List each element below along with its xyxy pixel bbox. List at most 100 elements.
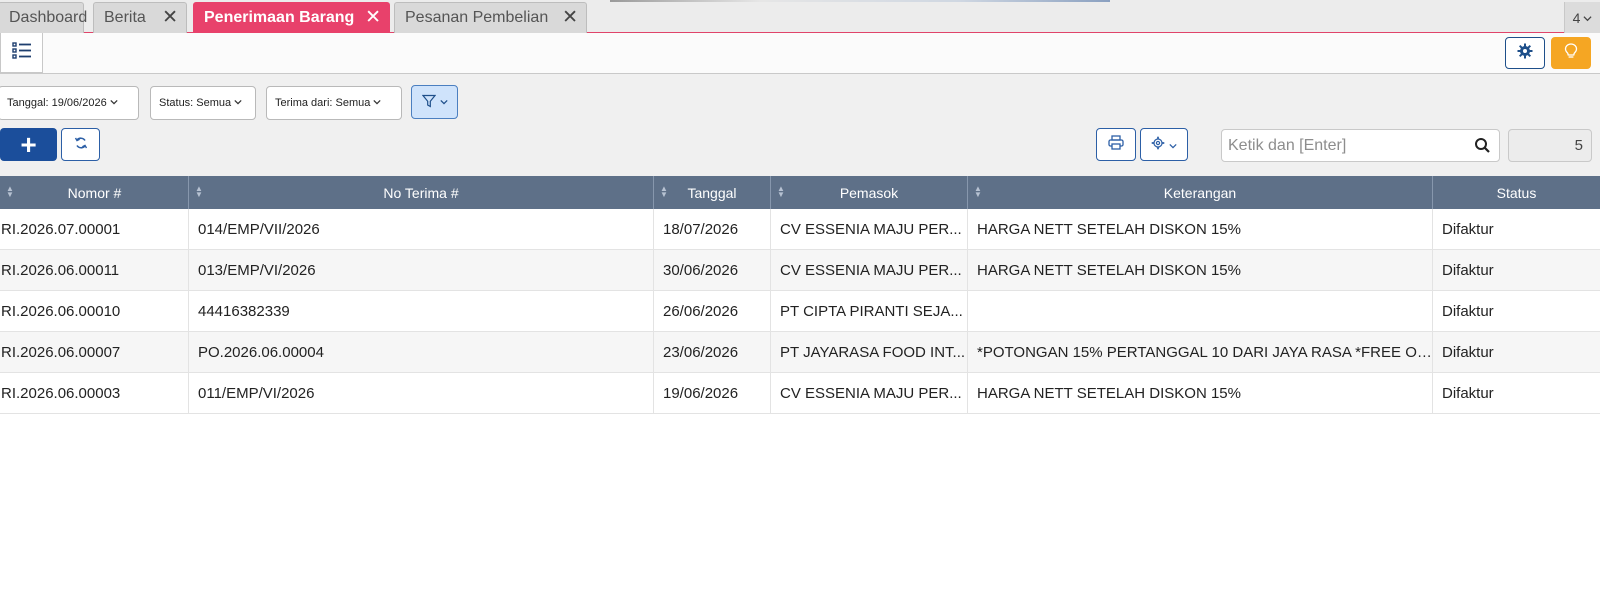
toolbar bbox=[0, 33, 1600, 74]
cell-keterangan: HARGA NETT SETELAH DISKON 15% bbox=[968, 250, 1433, 290]
tab-label: Dashboard bbox=[9, 9, 88, 26]
tab-label: Penerimaan Barang bbox=[204, 9, 355, 26]
sort-icon[interactable]: ▲ ▼ bbox=[195, 185, 203, 199]
search-box bbox=[1221, 129, 1500, 162]
date-filter-dropdown[interactable]: Tanggal: 19/06/2026 bbox=[0, 86, 139, 120]
refresh-icon bbox=[74, 135, 88, 155]
table-row[interactable]: RI.2026.06.00003 011/EMP/VI/2026 19/06/2… bbox=[0, 373, 1600, 414]
tab-pesanan-pembelian[interactable]: Pesanan Pembelian ✕ bbox=[394, 2, 587, 33]
print-button[interactable] bbox=[1096, 128, 1136, 161]
tab-overflow-dropdown[interactable]: 4 bbox=[1564, 2, 1600, 33]
column-label: Pemasok bbox=[839, 184, 899, 201]
advanced-filter-button[interactable] bbox=[411, 85, 458, 119]
cell-no-terima: 013/EMP/VI/2026 bbox=[189, 250, 654, 290]
column-header-no-terima[interactable]: ▲ ▼ No Terima # bbox=[189, 176, 654, 209]
cell-keterangan: *POTONGAN 15% PERTANGGAL 10 DARI JAYA RA… bbox=[968, 332, 1433, 372]
close-icon[interactable]: ✕ bbox=[365, 8, 381, 27]
sort-icon[interactable]: ▲ ▼ bbox=[974, 185, 982, 199]
cell-status: Difaktur bbox=[1442, 220, 1494, 238]
cell-tanggal: 23/06/2026 bbox=[654, 332, 771, 372]
cell-keterangan: HARGA NETT SETELAH DISKON 15% bbox=[968, 209, 1433, 249]
chevron-down-icon bbox=[110, 97, 118, 109]
sort-icon[interactable]: ▲ ▼ bbox=[6, 185, 14, 199]
tab-dashboard[interactable]: Dashboard bbox=[0, 2, 88, 33]
column-settings-dropdown[interactable] bbox=[1140, 128, 1188, 161]
cell-nomor: RI.2026.06.00007 bbox=[0, 332, 189, 372]
status-filter-label: Status: Semua bbox=[159, 97, 232, 109]
cog-icon bbox=[1151, 136, 1165, 153]
tips-button[interactable] bbox=[1551, 37, 1591, 69]
table-row[interactable]: RI.2026.07.00001 014/EMP/VII/2026 18/07/… bbox=[0, 209, 1600, 250]
cell-no-terima: PO.2026.06.00004 bbox=[189, 332, 654, 372]
cell-pemasok: CV ESSENIA MAJU PER... bbox=[771, 250, 968, 290]
cell-keterangan: HARGA NETT SETELAH DISKON 15% bbox=[968, 373, 1433, 413]
cell-nomor: RI.2026.06.00010 bbox=[0, 291, 189, 331]
cell-pemasok: PT JAYARASA FOOD INT... bbox=[771, 332, 968, 372]
tab-bar: Dashboard Berita ✕ Penerimaan Barang ✕ P… bbox=[0, 0, 1600, 33]
cell-tanggal: 30/06/2026 bbox=[654, 250, 771, 290]
chevron-down-icon bbox=[234, 97, 242, 109]
gear-icon bbox=[1517, 43, 1533, 64]
chevron-down-icon bbox=[1169, 137, 1177, 153]
column-header-keterangan[interactable]: ▲ ▼ Keterangan bbox=[968, 176, 1433, 209]
column-header-status[interactable]: Status bbox=[1433, 176, 1600, 209]
cell-nomor: RI.2026.07.00001 bbox=[0, 209, 189, 249]
plus-icon: + bbox=[20, 128, 37, 160]
chevron-down-icon bbox=[373, 97, 381, 109]
column-header-nomor[interactable]: ▲ ▼ Nomor # bbox=[0, 176, 189, 209]
sort-icon[interactable]: ▲ ▼ bbox=[777, 185, 785, 199]
status-filter-dropdown[interactable]: Status: Semua bbox=[150, 86, 256, 120]
cell-no-terima: 011/EMP/VI/2026 bbox=[189, 373, 654, 413]
list-menu-icon bbox=[11, 41, 32, 64]
page-size-field[interactable]: 5 bbox=[1508, 129, 1592, 162]
column-label: No Terima # bbox=[383, 184, 459, 201]
list-menu-button[interactable] bbox=[0, 33, 43, 73]
table-header: ▲ ▼ Nomor # ▲ ▼ No Terima # ▲ ▼ Tanggal ▲ ▼ … bbox=[0, 176, 1600, 209]
chevron-down-icon bbox=[1583, 10, 1592, 26]
printer-icon bbox=[1108, 134, 1124, 155]
search-icon[interactable] bbox=[1474, 137, 1491, 159]
column-label: Status bbox=[1496, 184, 1537, 201]
page-size-value: 5 bbox=[1574, 137, 1583, 154]
settings-button[interactable] bbox=[1505, 37, 1545, 69]
column-header-tanggal[interactable]: ▲ ▼ Tanggal bbox=[654, 176, 771, 209]
cell-status: Difaktur bbox=[1442, 302, 1494, 320]
table-row[interactable]: RI.2026.06.00007 PO.2026.06.00004 23/06/… bbox=[0, 332, 1600, 373]
column-label: Tanggal bbox=[687, 184, 737, 201]
cell-pemasok: PT CIPTA PIRANTI SEJA... bbox=[771, 291, 968, 331]
column-header-pemasok[interactable]: ▲ ▼ Pemasok bbox=[771, 176, 968, 209]
receipts-table: ▲ ▼ Nomor # ▲ ▼ No Terima # ▲ ▼ Tanggal ▲ ▼ … bbox=[0, 176, 1600, 414]
sort-icon[interactable]: ▲ ▼ bbox=[660, 185, 668, 199]
table-row[interactable]: RI.2026.06.00010 44416382339 26/06/2026 … bbox=[0, 291, 1600, 332]
cell-nomor: RI.2026.06.00003 bbox=[0, 373, 189, 413]
cell-keterangan bbox=[968, 291, 1433, 331]
cell-no-terima: 44416382339 bbox=[189, 291, 654, 331]
date-filter-label: Tanggal: 19/06/2026 bbox=[7, 97, 107, 109]
close-icon[interactable]: ✕ bbox=[162, 8, 178, 27]
supplier-filter-dropdown[interactable]: Terima dari: Semua bbox=[266, 86, 402, 120]
chevron-down-icon bbox=[439, 95, 448, 109]
cell-tanggal: 19/06/2026 bbox=[654, 373, 771, 413]
top-decoration bbox=[610, 0, 1110, 2]
cell-pemasok: CV ESSENIA MAJU PER... bbox=[771, 373, 968, 413]
tab-count: 4 bbox=[1572, 9, 1581, 26]
column-label: Nomor # bbox=[67, 184, 122, 201]
add-button[interactable]: + bbox=[0, 128, 57, 161]
search-input[interactable] bbox=[1223, 131, 1463, 160]
cell-tanggal: 26/06/2026 bbox=[654, 291, 771, 331]
lightbulb-icon bbox=[1564, 42, 1578, 64]
refresh-button[interactable] bbox=[61, 128, 100, 161]
cell-status: Difaktur bbox=[1442, 384, 1494, 402]
tab-berita[interactable]: Berita ✕ bbox=[93, 2, 187, 33]
tab-penerimaan-barang[interactable]: Penerimaan Barang ✕ bbox=[193, 2, 390, 33]
cell-tanggal: 18/07/2026 bbox=[654, 209, 771, 249]
tab-label: Berita bbox=[104, 9, 146, 26]
table-row[interactable]: RI.2026.06.00011 013/EMP/VI/2026 30/06/2… bbox=[0, 250, 1600, 291]
close-icon[interactable]: ✕ bbox=[562, 8, 578, 27]
cell-status: Difaktur bbox=[1442, 261, 1494, 279]
filter-area: Tanggal: 19/06/2026 Status: Semua Terima… bbox=[0, 74, 1600, 176]
supplier-filter-label: Terima dari: Semua bbox=[275, 97, 371, 109]
tab-label: Pesanan Pembelian bbox=[405, 9, 549, 26]
column-label: Keterangan bbox=[1163, 184, 1237, 201]
cell-pemasok: CV ESSENIA MAJU PER... bbox=[771, 209, 968, 249]
